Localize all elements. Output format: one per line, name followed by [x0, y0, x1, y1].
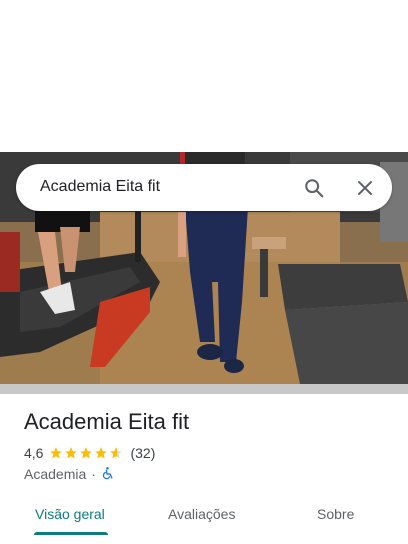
active-tab-indicator [34, 532, 108, 535]
half-star-icon [110, 447, 123, 459]
tab-about[interactable]: Sobre [317, 506, 354, 522]
tab-reviews[interactable]: Avaliações [168, 506, 235, 522]
star-icon [65, 447, 78, 459]
rating-row[interactable]: 4,6 (32) [24, 444, 155, 462]
category-row: Academia · [24, 465, 114, 483]
star-icon [50, 447, 63, 459]
place-category: Academia [24, 466, 87, 482]
close-icon[interactable] [351, 174, 379, 202]
photo-border [0, 384, 408, 394]
separator-dot: · [91, 466, 96, 482]
place-tabs: Visão geral Avaliações Sobre [0, 500, 408, 544]
search-input[interactable]: Academia Eita fit [40, 178, 160, 196]
star-rating [49, 446, 124, 460]
search-bar[interactable]: Academia Eita fit [16, 164, 392, 211]
place-title: Academia Eita fit [24, 409, 190, 434]
search-icon[interactable] [300, 174, 328, 202]
star-icon [95, 447, 108, 459]
rating-value: 4,6 [24, 445, 44, 461]
wheelchair-icon [101, 466, 114, 483]
star-icon [80, 447, 93, 459]
review-count[interactable]: (32) [130, 445, 155, 461]
tab-overview[interactable]: Visão geral [35, 506, 105, 522]
